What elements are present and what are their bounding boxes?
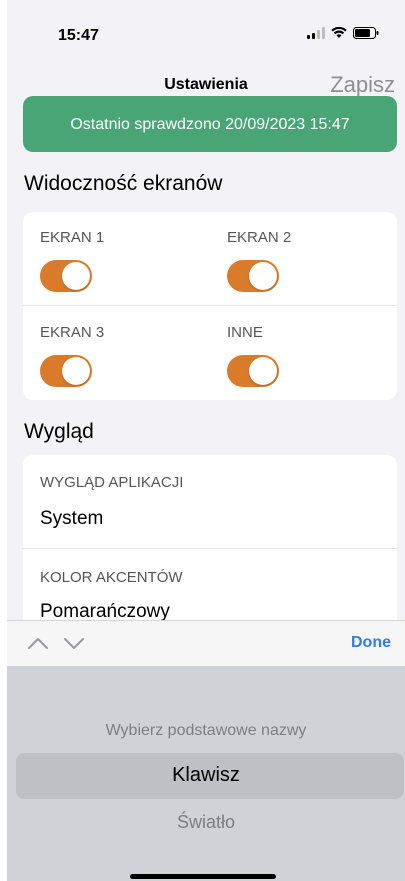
toggle-knob: [249, 357, 277, 385]
section-title-appearance: Wygląd: [24, 420, 94, 443]
section-title-visibility: Widoczność ekranów: [24, 172, 223, 195]
toggle-label: EKRAN 3: [40, 324, 105, 341]
screen-1-toggle[interactable]: [40, 260, 92, 292]
divider: [23, 305, 397, 306]
screen-2-toggle[interactable]: [227, 260, 279, 292]
app-look-row[interactable]: WYGLĄD APLIKACJI System: [23, 455, 397, 548]
save-button[interactable]: Zapisz: [330, 72, 395, 98]
toggle-knob: [62, 357, 90, 385]
wifi-icon: [331, 27, 347, 38]
toggle-label: INNE: [227, 324, 263, 341]
done-button[interactable]: Done: [351, 634, 391, 652]
battery-icon: [353, 27, 379, 39]
picker-option[interactable]: Wybierz podstawowe nazwy: [7, 722, 405, 740]
cellular-signal-icon: [307, 27, 325, 39]
toggle-label: EKRAN 2: [227, 229, 292, 246]
settings-screen: 15:47 Ustawienia Zapisz Ostatnio sprawdz…: [7, 0, 405, 881]
toggle-knob: [62, 262, 90, 290]
toggle-label: EKRAN 1: [40, 229, 105, 246]
chevron-down-icon[interactable]: [63, 633, 85, 653]
last-checked-text: Ostatnio sprawdzono 20/09/2023 15:47: [70, 116, 350, 133]
keyboard-toolbar: Done: [7, 620, 405, 666]
status-icons: [307, 27, 379, 39]
app-look-value: System: [40, 508, 104, 529]
visibility-item-screen-1: EKRAN 1: [40, 229, 104, 292]
chevron-up-icon[interactable]: [27, 633, 49, 653]
appearance-card: WYGLĄD APLIKACJI System KOLOR AKCENTÓW P…: [23, 455, 397, 635]
home-indicator: [130, 874, 276, 879]
visibility-card: EKRAN 1 EKRAN 2 EKRAN 3 INNE: [23, 212, 397, 400]
visibility-item-screen-2: EKRAN 2: [227, 229, 291, 292]
screen-3-toggle[interactable]: [40, 355, 92, 387]
visibility-item-other: INNE: [227, 324, 279, 387]
picker-option[interactable]: Światło: [7, 812, 405, 833]
status-bar: 15:47: [7, 0, 405, 72]
toggle-knob: [249, 262, 277, 290]
picker-option-selected[interactable]: Klawisz: [7, 764, 405, 787]
status-time: 15:47: [58, 27, 99, 44]
accent-color-label: KOLOR AKCENTÓW: [40, 569, 183, 586]
last-checked-banner: Ostatnio sprawdzono 20/09/2023 15:47: [23, 96, 397, 152]
visibility-item-screen-3: EKRAN 3: [40, 324, 104, 387]
app-look-label: WYGLĄD APLIKACJI: [40, 474, 184, 491]
other-toggle[interactable]: [227, 355, 279, 387]
option-picker[interactable]: Wybierz podstawowe nazwy Klawisz Światło: [7, 666, 405, 881]
